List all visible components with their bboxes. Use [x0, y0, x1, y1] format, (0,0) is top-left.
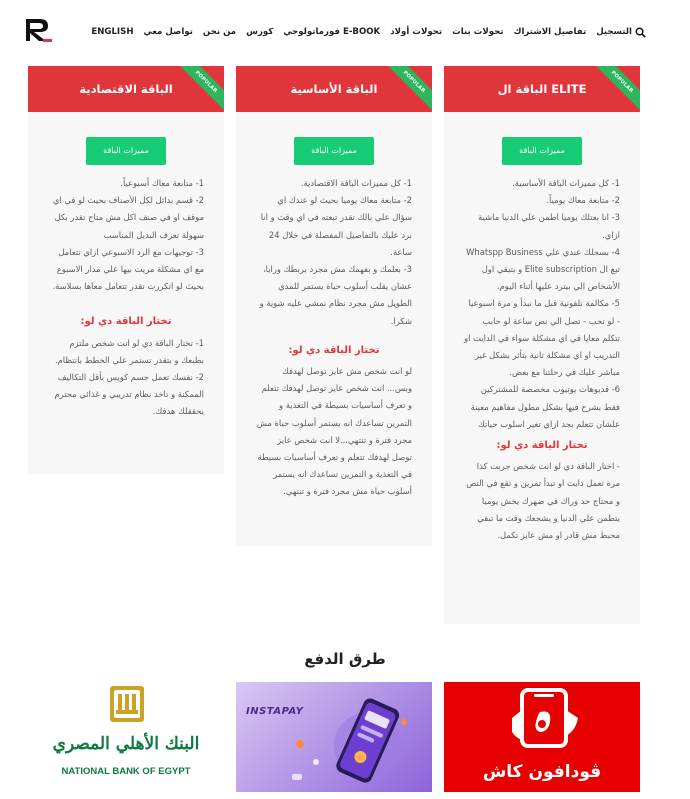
popular-badge: POPULAR [380, 66, 432, 116]
phone-mockup-icon [292, 698, 407, 783]
nav-contact[interactable]: تواصل معي [144, 27, 193, 37]
nav-english[interactable]: ENGLISH [91, 27, 133, 37]
choose-this-package-heading: تختار الباقة دي لو: [288, 344, 380, 356]
site-logo[interactable] [24, 17, 54, 43]
vodafone-cash-label: ڤودافون كاش [482, 762, 602, 782]
popular-badge: POPULAR [588, 66, 640, 116]
top-navbar: التسجيل تفاصيل الاشتراك تحولات بنات تحول… [0, 0, 690, 66]
choose-this-package-heading: تختار الباقة دي لو: [80, 316, 172, 328]
nav-boys-transformations[interactable]: تحولات أولاد [390, 27, 442, 37]
package-features-button[interactable]: مميزات الباقة [294, 137, 374, 165]
package-title: الباقة الأساسية POPULAR [236, 66, 432, 116]
package-features-list: 1- كل مميزات الباقة الاقتصادية. 2- متابع… [256, 178, 412, 497]
national-bank-of-egypt-logo: البنك الأهلي المصري NATIONAL BANK OF EGY… [28, 682, 224, 792]
nav-girls-transformations[interactable]: تحولات بنات [452, 27, 503, 37]
package-title: الباقة ال ELITE POPULAR [444, 66, 640, 116]
search-icon[interactable] [635, 27, 646, 38]
nav-ebook[interactable]: فورماتولوجي E-BOOK [283, 27, 380, 37]
bank-arabic-name: البنك الأهلي المصري [52, 734, 200, 754]
nav-about[interactable]: من نحن [203, 27, 236, 37]
nav-register[interactable]: التسجيل [596, 27, 632, 37]
package-features-button[interactable]: مميزات الباقة [86, 137, 166, 165]
choose-this-package-heading: تختار الباقة دي لو: [496, 440, 588, 452]
package-features-button[interactable]: مميزات الباقة [502, 137, 582, 165]
payment-methods-title: طرق الدفع [304, 650, 386, 668]
instapay-logo: INSTAPAY [236, 682, 432, 792]
nav-subscription-details[interactable]: تفاصيل الاشتراك [514, 27, 587, 37]
package-features-list: 1- متابعة معاك أسبوعياً. 2- قسم بدائل لك… [28, 165, 224, 421]
package-features-list: 1- كل مميزات الباقة الأساسية. 2- متابعة … [464, 178, 620, 541]
popular-badge: POPULAR [172, 66, 224, 116]
elite-package-card: الباقة ال ELITE POPULAR مميزات الباقة 1-… [444, 66, 640, 624]
basic-package-card: الباقة الأساسية POPULAR مميزات الباقة 1-… [236, 66, 432, 546]
nav-course[interactable]: كورس [246, 27, 273, 37]
vodafone-cash-logo: ڤودافون كاش [444, 682, 640, 792]
bank-english-name: NATIONAL BANK OF EGYPT [61, 766, 191, 777]
package-title: الباقة الاقتصادية POPULAR [28, 66, 224, 116]
main-menu: التسجيل تفاصيل الاشتراك تحولات بنات تحول… [91, 27, 632, 37]
economy-package-card: الباقة الاقتصادية POPULAR مميزات الباقة … [28, 66, 224, 474]
